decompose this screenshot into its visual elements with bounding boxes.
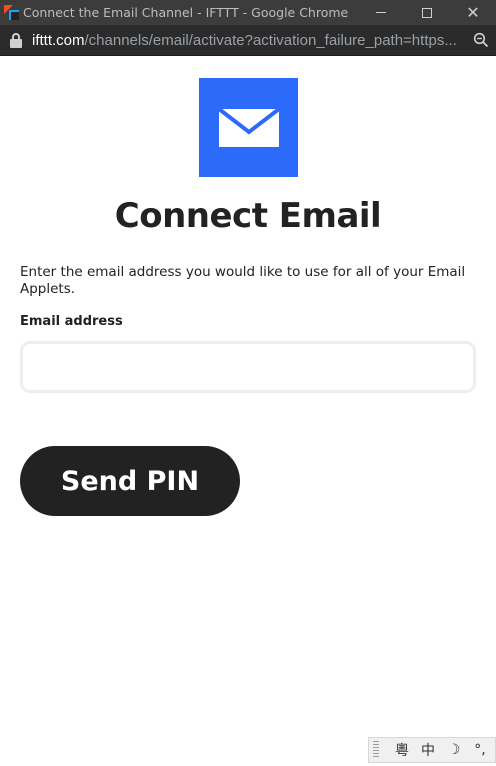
address-bar[interactable]: ifttt.com/channels/email/activate?activa…	[0, 25, 496, 56]
window-title: Connect the Email Channel - IFTTT - Goog…	[23, 5, 349, 20]
ime-grip-handle[interactable]	[373, 741, 379, 759]
ime-toolbar: 粵 中 ☽ °,	[368, 737, 496, 763]
lock-icon[interactable]	[9, 32, 23, 48]
minimize-button[interactable]	[358, 0, 404, 25]
ime-chinese-mode-button[interactable]: 中	[415, 740, 441, 760]
email-channel-logo	[199, 78, 298, 177]
envelope-icon	[217, 106, 280, 147]
close-window-button[interactable]: ✕	[450, 0, 496, 25]
email-field-label: Email address	[20, 314, 123, 329]
url-path: /channels/email/activate?activation_fail…	[84, 31, 457, 49]
ime-cantonese-button[interactable]: 粵	[389, 740, 415, 760]
url-host: ifttt.com	[32, 31, 85, 49]
ifttt-favicon-icon	[4, 4, 20, 21]
minimize-icon	[376, 12, 386, 13]
send-pin-button[interactable]: Send PIN	[20, 446, 240, 516]
close-icon: ✕	[466, 2, 480, 22]
maximize-icon	[422, 7, 432, 18]
instructions-text: Enter the email address you would like t…	[20, 264, 466, 297]
ime-punctuation-icon[interactable]: °,	[467, 742, 493, 758]
window-titlebar: Connect the Email Channel - IFTTT - Goog…	[0, 0, 496, 25]
zoom-icon[interactable]	[466, 25, 496, 55]
maximize-button[interactable]	[404, 0, 450, 25]
page-title: Connect Email	[114, 196, 382, 236]
page-content: Connect Email Enter the email address yo…	[0, 56, 496, 766]
url-text[interactable]: ifttt.com/channels/email/activate?activa…	[32, 32, 466, 49]
email-field[interactable]	[20, 341, 476, 393]
ime-half-width-icon[interactable]: ☽	[441, 742, 467, 758]
